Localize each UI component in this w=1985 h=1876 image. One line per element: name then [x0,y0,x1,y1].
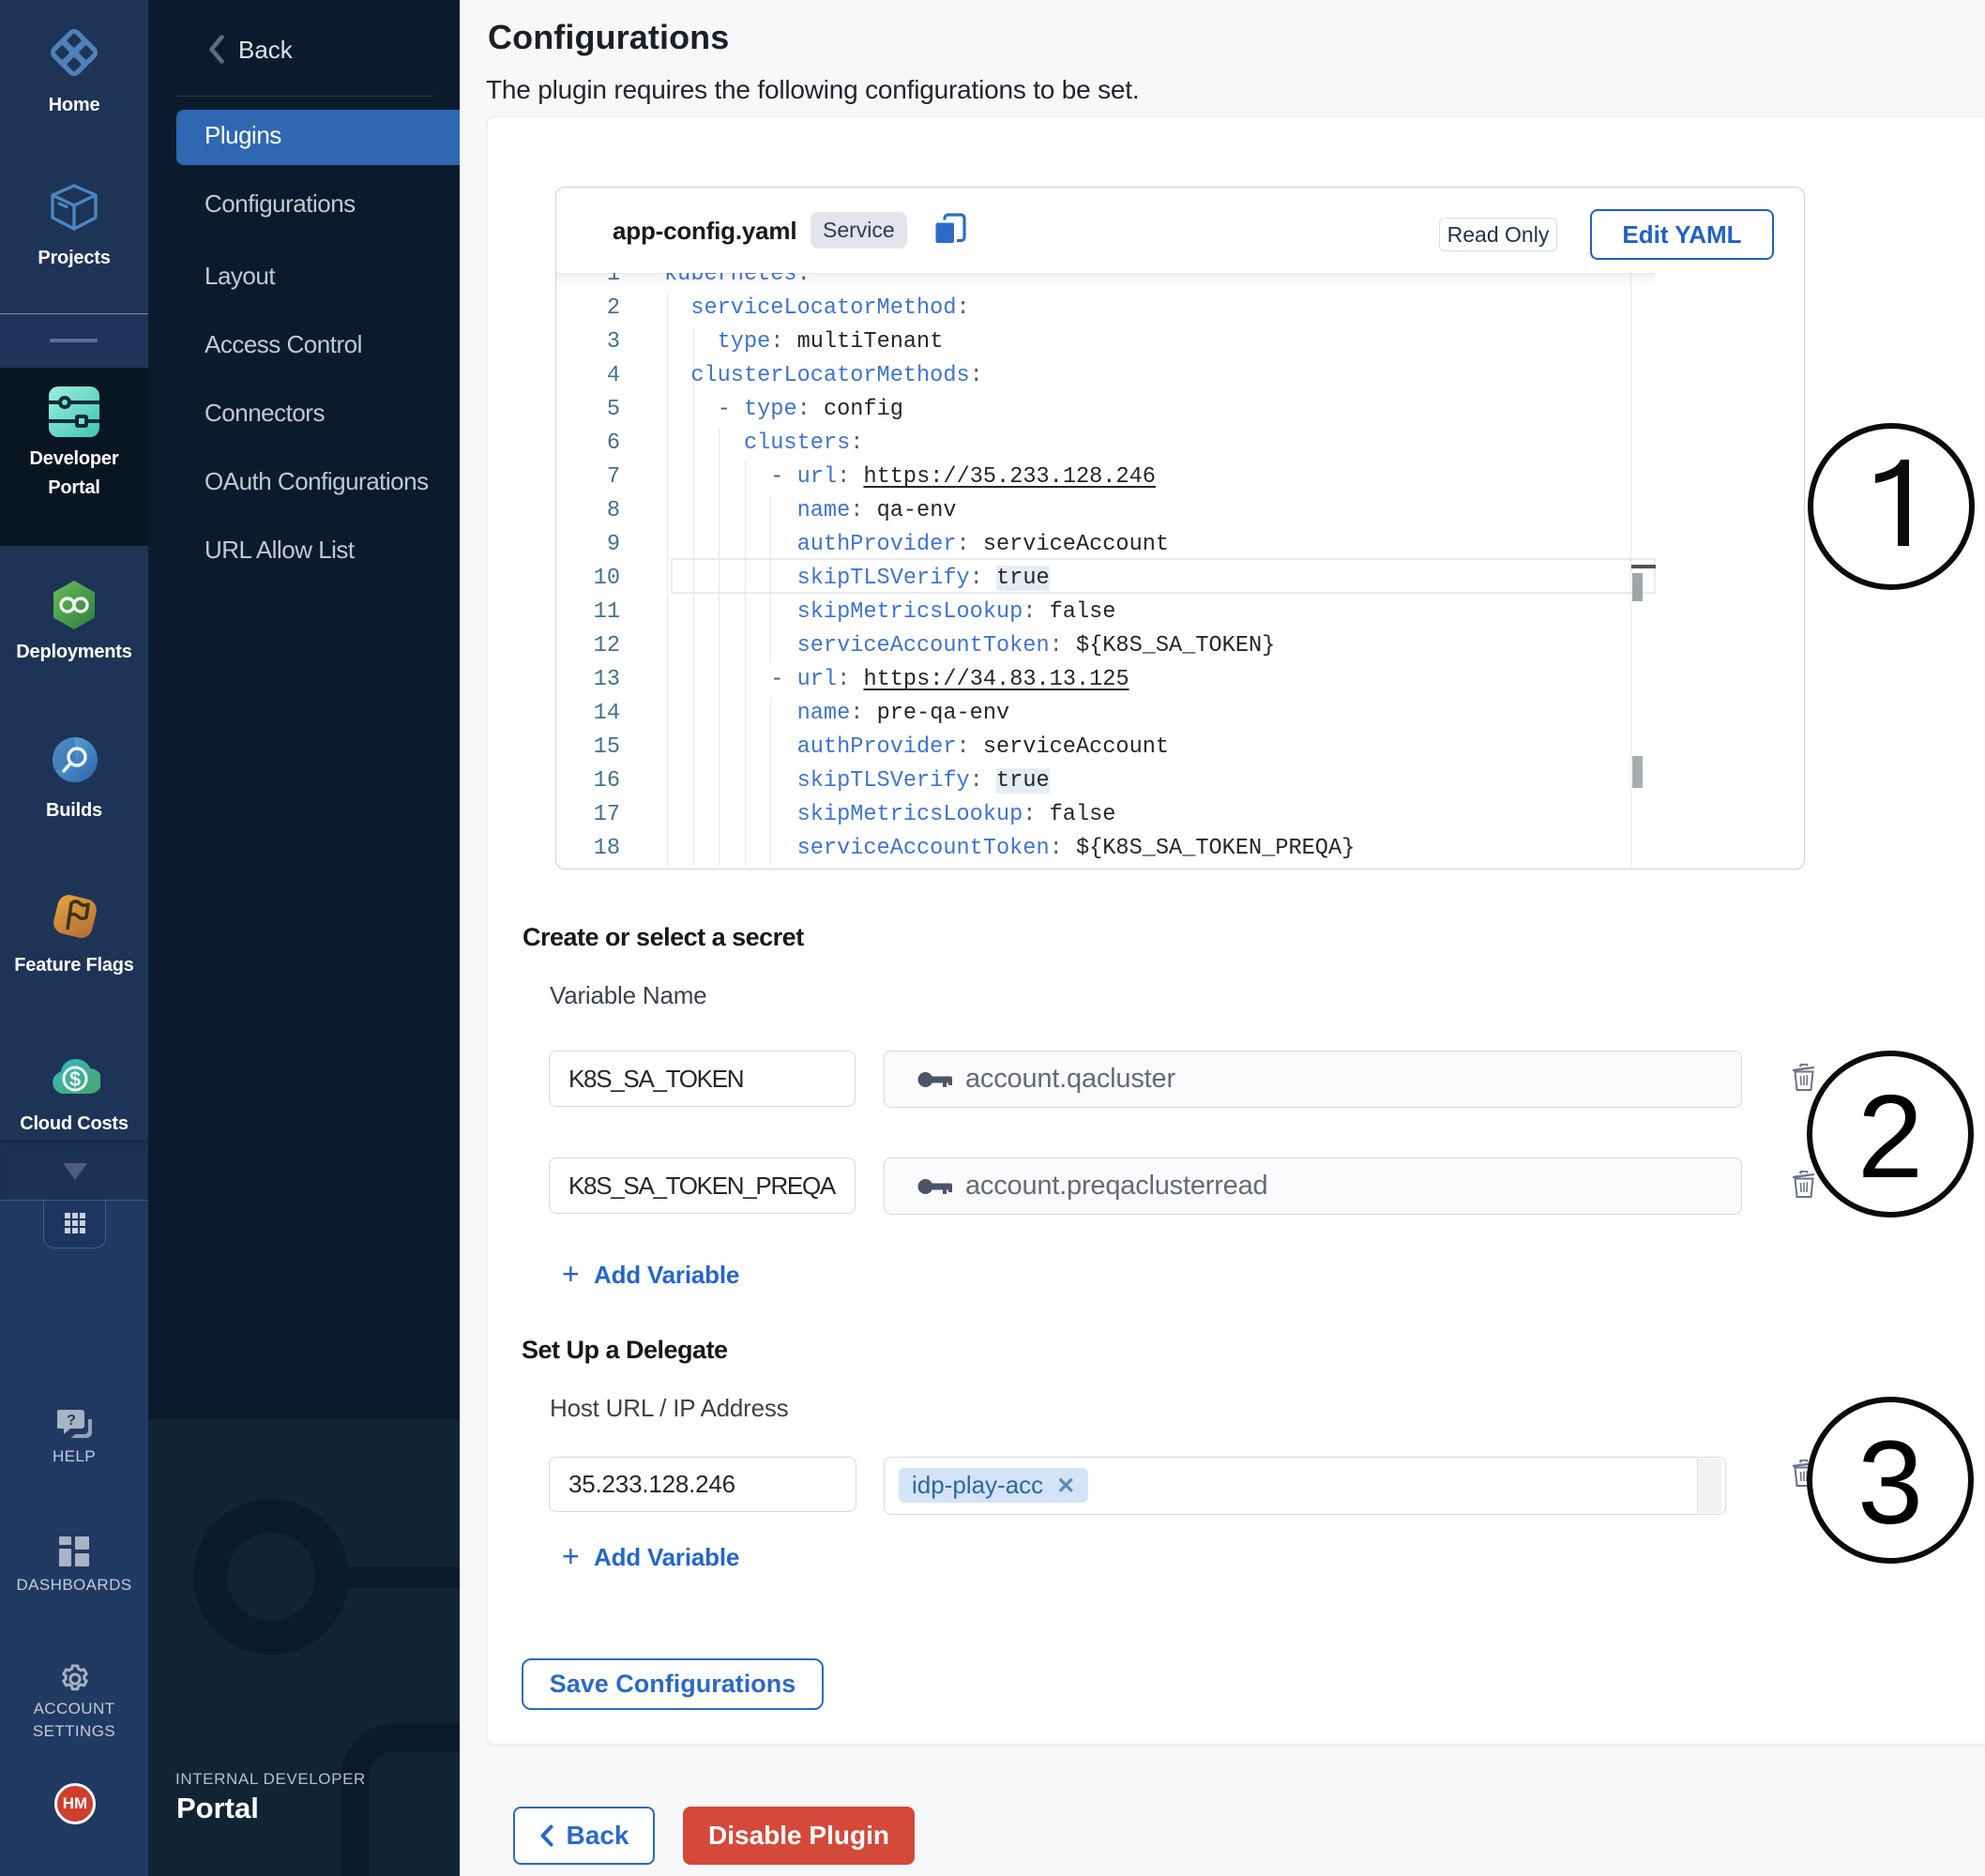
svg-text:?: ? [67,1413,76,1429]
svg-text:$: $ [69,1067,81,1091]
